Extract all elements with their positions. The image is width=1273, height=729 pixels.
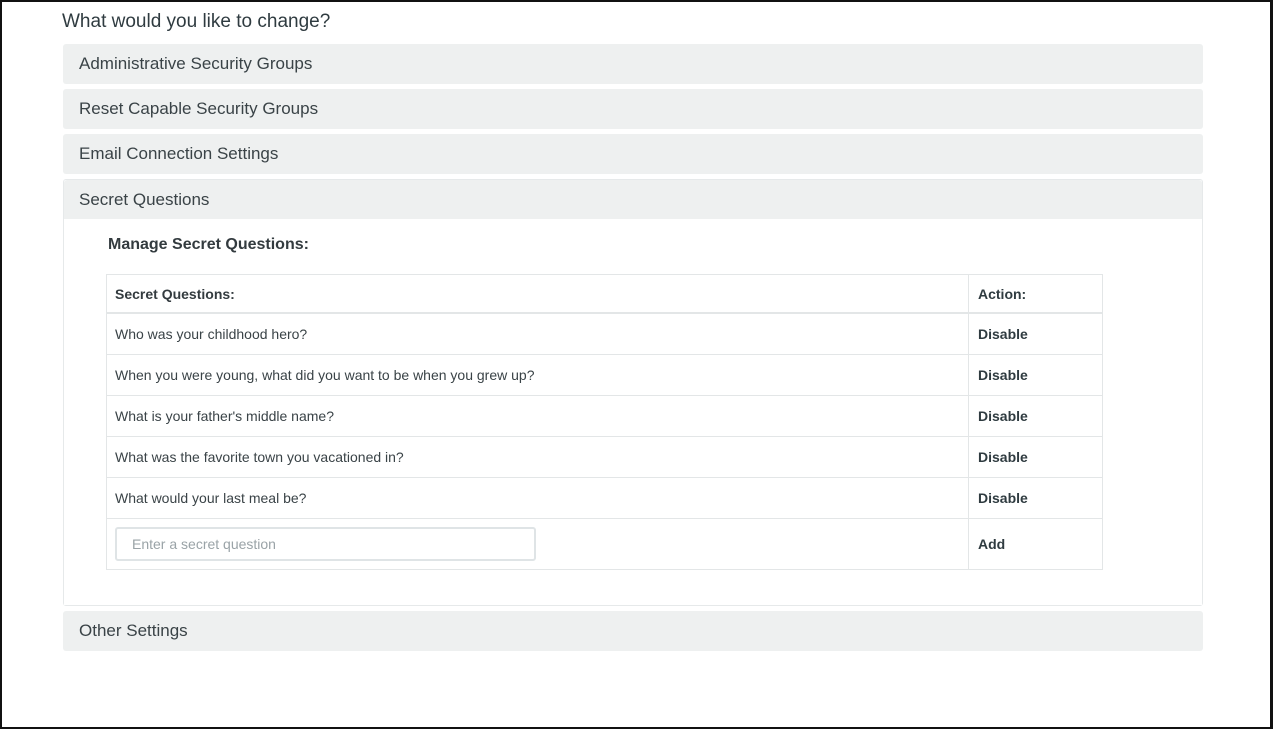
question-text: What would your last meal be? [106,477,969,519]
column-header-action: Action: [968,274,1103,314]
column-header-question: Secret Questions: [106,274,969,314]
question-text: When you were young, what did you want t… [106,354,969,396]
secret-questions-table: Secret Questions: Action: Who was your c… [106,274,1103,570]
table-row: What would your last meal be? Disable [106,477,1103,519]
secret-questions-body: Manage Secret Questions: Secret Question… [64,219,1202,605]
section-secret-questions[interactable]: Secret Questions [64,180,1202,219]
table-row: When you were young, what did you want t… [106,354,1103,396]
section-administrative-security-groups[interactable]: Administrative Security Groups [63,44,1203,84]
table-header-row: Secret Questions: Action: [106,274,1103,314]
add-question-button[interactable]: Add [978,536,1005,552]
add-question-row: Add [106,518,1103,570]
section-secret-questions-panel: Secret Questions Manage Secret Questions… [63,179,1203,606]
disable-button[interactable]: Disable [978,408,1028,424]
disable-button[interactable]: Disable [978,490,1028,506]
question-text: What was the favorite town you vacatione… [106,436,969,478]
manage-secret-questions-title: Manage Secret Questions: [108,236,309,253]
section-reset-capable-security-groups[interactable]: Reset Capable Security Groups [63,89,1203,129]
disable-button[interactable]: Disable [978,367,1028,383]
disable-button[interactable]: Disable [978,326,1028,342]
section-other-settings[interactable]: Other Settings [63,611,1203,651]
secret-question-input[interactable] [115,527,536,561]
settings-accordion: Administrative Security Groups Reset Cap… [63,44,1203,656]
table-row: What was the favorite town you vacatione… [106,436,1103,478]
question-text: What is your father's middle name? [106,395,969,437]
table-row: What is your father's middle name? Disab… [106,395,1103,437]
section-email-connection-settings[interactable]: Email Connection Settings [63,134,1203,174]
disable-button[interactable]: Disable [978,449,1028,465]
page-title: What would you like to change? [62,11,331,32]
table-row: Who was your childhood hero? Disable [106,312,1103,355]
question-text: Who was your childhood hero? [106,312,969,355]
